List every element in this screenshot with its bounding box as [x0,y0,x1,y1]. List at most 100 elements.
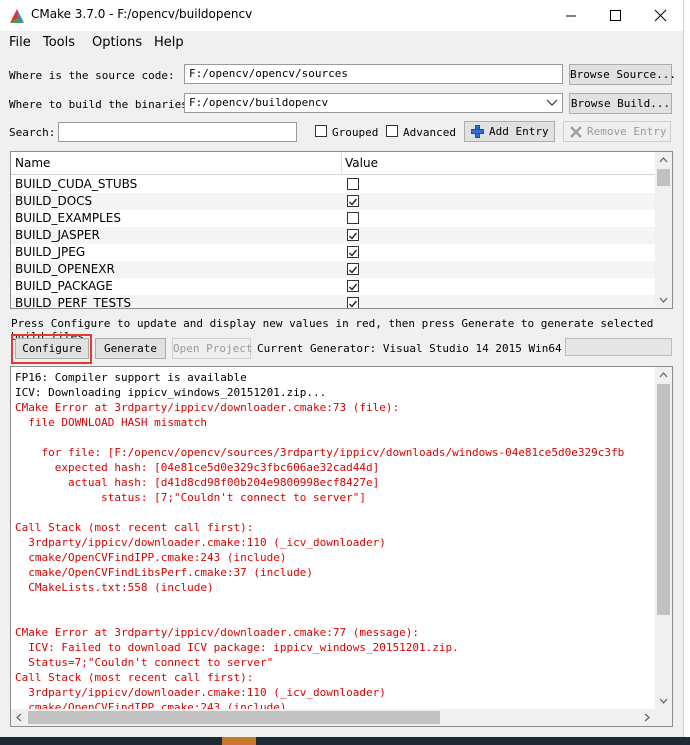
output-line: Call Stack (most recent call first): [15,671,254,684]
output-line: CMake Error at 3rdparty/ippicv/downloade… [15,626,419,639]
search-input[interactable] [58,122,297,142]
output-line: CMake Error at 3rdparty/ippicv/downloade… [15,401,400,414]
table-row[interactable]: BUILD_DOCS [11,193,655,210]
check-icon [349,300,358,308]
browse-build-button[interactable]: Browse Build... [569,93,672,114]
minimize-button[interactable] [548,0,593,31]
output-horizontal-scrollbar[interactable] [11,709,655,726]
output-line: actual hash: [d41d8cd98f00b204e9800998ec… [15,476,380,489]
source-path-field[interactable]: F:/opencv/opencv/sources [184,64,563,84]
column-separator [341,152,342,174]
check-icon [349,232,358,240]
title-bar: CMake 3.7.0 - F:/opencv/buildopencv [0,0,683,31]
output-line: for file: [F:/opencv/opencv/sources/3rdp… [15,446,625,459]
row-value-checkbox[interactable] [347,280,359,292]
scroll-down-icon[interactable] [655,291,672,308]
table-row[interactable]: BUILD_JPEG [11,244,655,261]
menu-file[interactable]: File [9,35,31,50]
scroll-corner [655,709,672,726]
close-icon [654,9,667,22]
binary-path-combo[interactable]: F:/opencv/buildopencv [184,93,563,113]
grouped-checkbox[interactable] [315,125,327,137]
check-icon [349,249,358,257]
check-icon [349,266,358,274]
row-name: BUILD_PACKAGE [15,279,113,293]
scroll-up-icon[interactable] [655,152,672,169]
output-line: cmake/OpenCVFindIPP.cmake:243 (include) [15,551,287,564]
output-line: cmake/OpenCVFindLibsPerf.cmake:37 (inclu… [15,566,314,579]
output-line: status: [7;"Couldn't connect to server"] [15,491,366,504]
row-name: BUILD_JPEG [15,245,86,259]
row-value-checkbox[interactable] [347,229,359,241]
table-row[interactable]: BUILD_JASPER [11,227,655,244]
taskbar [0,737,690,745]
chevron-down-icon[interactable] [546,99,558,107]
current-generator: Current Generator: Visual Studio 14 2015… [257,342,562,355]
output-line: ICV: Failed to download ICV package: ipp… [15,641,459,654]
row-name: BUILD_CUDA_STUBS [15,177,138,191]
search-label: Search: [9,126,56,139]
advanced-label: Advanced [403,126,456,139]
output-line: file DOWNLOAD HASH mismatch [15,416,208,429]
table-scroll-thumb[interactable] [657,169,670,186]
close-button[interactable] [638,0,683,31]
configure-highlight-box [11,334,92,364]
menu-tools[interactable]: Tools [43,35,75,50]
window-title: CMake 3.7.0 - F:/opencv/buildopencv [31,7,253,21]
row-name: BUILD_OPENEXR [15,262,115,276]
output-line: 3rdparty/ippicv/downloader.cmake:110 (_i… [15,686,386,699]
minimize-icon [566,15,576,17]
table-row[interactable]: BUILD_PERF_TESTS [11,295,655,308]
add-entry-button[interactable]: Add Entry [464,121,555,142]
table-scrollbar[interactable] [655,152,672,308]
output-scroll-thumb[interactable] [657,384,670,615]
output-vertical-scrollbar[interactable] [655,367,672,709]
output-hscroll-thumb[interactable] [28,711,440,724]
grouped-label: Grouped [332,126,379,139]
row-name: BUILD_DOCS [15,194,93,208]
scroll-left-icon[interactable] [11,709,28,726]
taskbar-item[interactable] [222,737,256,745]
table-row[interactable]: BUILD_CUDA_STUBS [11,176,655,193]
menu-help[interactable]: Help [154,35,184,50]
output-line: 3rdparty/ippicv/downloader.cmake:110 (_i… [15,536,386,549]
menu-options[interactable]: Options [92,35,142,50]
row-value-checkbox[interactable] [347,263,359,275]
table-header: Name Value [11,152,655,175]
maximize-icon [610,10,621,21]
row-value-checkbox[interactable] [347,246,359,258]
table-row[interactable]: BUILD_OPENEXR [11,261,655,278]
scroll-down-icon[interactable] [655,692,672,709]
advanced-checkbox[interactable] [386,125,398,137]
column-header-name[interactable]: Name [15,156,50,170]
menu-bar: File Tools Options Help [0,31,683,53]
column-header-value[interactable]: Value [345,156,378,170]
row-value-checkbox[interactable] [347,297,359,308]
maximize-button[interactable] [593,0,638,31]
cmake-logo-icon [10,9,24,23]
generate-button[interactable]: Generate [95,338,166,359]
table-row[interactable]: BUILD_EXAMPLES [11,210,655,227]
row-value-checkbox[interactable] [347,212,359,224]
output-line: Status=7;"Couldn't connect to server" [15,656,274,669]
row-value-checkbox[interactable] [347,178,359,190]
scroll-up-icon[interactable] [655,367,672,384]
browse-source-button[interactable]: Browse Source... [569,64,676,85]
background-window-edge [683,0,690,737]
binary-path-value: F:/opencv/buildopencv [189,96,329,109]
binary-label: Where to build the binaries: [9,98,195,111]
remove-entry-button[interactable]: Remove Entry [563,121,671,142]
open-project-button[interactable]: Open Project [172,338,252,359]
row-name: BUILD_JASPER [15,228,100,242]
row-value-checkbox[interactable] [347,195,359,207]
check-icon [349,198,358,206]
output-log[interactable]: FP16: Compiler support is available ICV: … [10,366,673,727]
add-icon [471,125,484,138]
cache-table: Name Value BUILD_CUDA_STUBS BUILD_DOCS BUI… [10,151,673,309]
progress-bar [565,338,672,356]
output-line: Call Stack (most recent call first): [15,521,254,534]
output-line: ICV: Downloading ippicv_windows_20151201… [15,386,327,399]
remove-icon [570,126,582,138]
table-row[interactable]: BUILD_PACKAGE [11,278,655,295]
scroll-right-icon[interactable] [638,709,655,726]
